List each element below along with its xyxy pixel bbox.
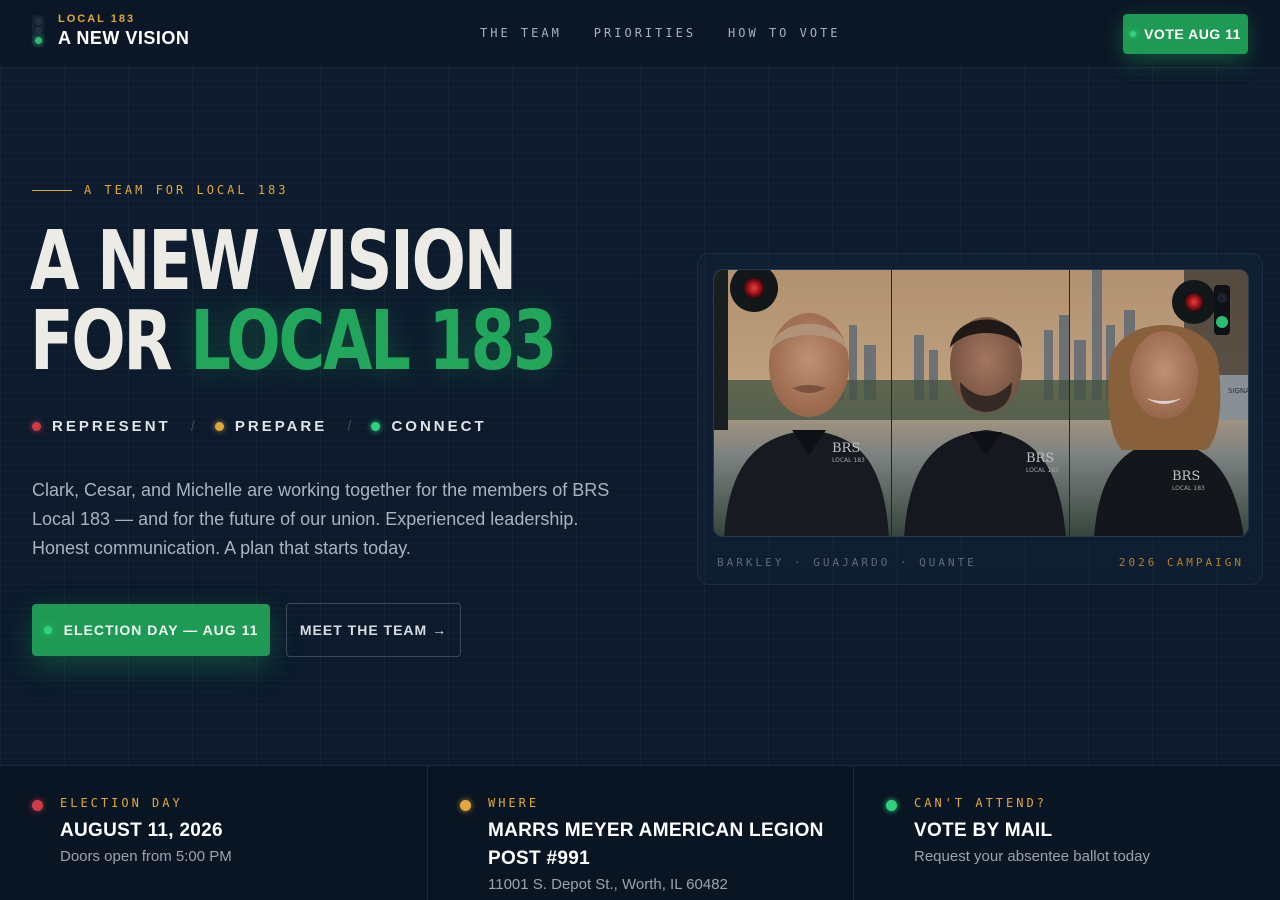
- info-election-day: ELECTION DAY AUGUST 11, 2026 Doors open …: [0, 766, 427, 900]
- info-label: ELECTION DAY: [60, 796, 183, 810]
- pillar-label: PREPARE: [234, 418, 328, 435]
- green-signal-icon: [371, 422, 381, 431]
- green-signal-icon: [43, 626, 52, 634]
- pillar-label: REPRESENT: [52, 418, 171, 435]
- info-where: WHERE MARRS MEYER AMERICAN LEGION POST #…: [427, 766, 853, 900]
- pillars-row: REPRESENT / PREPARE / CONNECT: [32, 418, 487, 435]
- red-signal-icon: [32, 422, 41, 431]
- pillar-connect: CONNECT: [371, 418, 486, 435]
- traffic-signal-icon: [32, 15, 44, 47]
- meet-the-team-label: MEET THE TEAM →: [299, 622, 448, 638]
- election-info-bar: ELECTION DAY AUGUST 11, 2026 Doors open …: [0, 765, 1280, 900]
- hero-eyebrow: A TEAM FOR LOCAL 183: [32, 183, 289, 197]
- info-subtext: 11001 S. Depot St., Worth, IL 60482: [488, 876, 728, 893]
- headline-line-1: A NEW VISION: [30, 214, 517, 309]
- pillar-represent: REPRESENT: [32, 418, 171, 435]
- hero-headline: A NEW VISION FOR LOCAL 183: [30, 214, 557, 383]
- headline-for: FOR: [30, 294, 191, 389]
- info-label: CAN'T ATTEND?: [914, 796, 1047, 810]
- info-title: MARRS MEYER AMERICAN LEGION POST #991: [488, 820, 824, 869]
- team-photo: SIGNAL SYSTEMS BRS LOCAL 183: [713, 269, 1249, 537]
- info-title[interactable]: VOTE BY MAIL: [914, 817, 1254, 845]
- team-photo-card: SIGNAL SYSTEMS BRS LOCAL 183: [697, 253, 1263, 585]
- brand-title: A NEW VISION: [58, 28, 190, 48]
- brand-local-label: LOCAL 183: [58, 13, 136, 25]
- info-subtext: Doors open from 5:00 PM: [60, 848, 232, 865]
- yellow-signal-icon: [214, 422, 224, 431]
- meet-the-team-button[interactable]: MEET THE TEAM →: [286, 603, 461, 657]
- brand-logo[interactable]: LOCAL 183 A NEW VISION: [32, 13, 189, 49]
- pillar-prepare: PREPARE: [214, 418, 328, 435]
- pillar-separator: /: [347, 418, 352, 435]
- nav-link-how-to-vote[interactable]: HOW TO VOTE: [728, 26, 840, 40]
- vote-aug-11-button[interactable]: VOTE AUG 11: [1123, 14, 1248, 54]
- info-subtext[interactable]: Request your absentee ballot today: [914, 848, 1150, 865]
- eyebrow-rule: [32, 189, 72, 191]
- pillar-separator: /: [190, 418, 195, 435]
- info-label: WHERE: [488, 796, 540, 810]
- green-signal-icon: [886, 800, 897, 811]
- info-vote-by-mail: CAN'T ATTEND? VOTE BY MAIL Request your …: [853, 766, 1280, 900]
- info-title: AUGUST 11, 2026: [60, 820, 223, 841]
- photo-caption-campaign: 2026 CAMPAIGN: [1118, 556, 1244, 569]
- election-day-label: ELECTION DAY — AUG 11: [63, 622, 259, 638]
- nav-links: THE TEAM PRIORITIES HOW TO VOTE: [480, 26, 841, 40]
- nav-link-the-team[interactable]: THE TEAM: [480, 26, 562, 40]
- team-photo-illustration: SIGNAL SYSTEMS BRS LOCAL 183: [714, 270, 1248, 536]
- photo-caption-names: BARKLEY · GUAJARDO · QUANTE: [717, 556, 977, 569]
- headline-local-183: LOCAL 183: [190, 294, 557, 389]
- eyebrow-text: A TEAM FOR LOCAL 183: [84, 183, 289, 197]
- green-signal-icon: [1130, 31, 1137, 37]
- top-nav: LOCAL 183 A NEW VISION THE TEAM PRIORITI…: [0, 0, 1280, 68]
- hero-lede: Clark, Cesar, and Michelle are working t…: [32, 480, 610, 558]
- vote-button-label: VOTE AUG 11: [1144, 26, 1241, 42]
- nav-link-priorities[interactable]: PRIORITIES: [594, 26, 696, 40]
- headline-line-2: FOR LOCAL 183: [30, 301, 557, 383]
- yellow-signal-icon: [460, 800, 471, 811]
- election-day-button[interactable]: ELECTION DAY — AUG 11: [32, 604, 270, 656]
- red-signal-icon: [32, 800, 43, 811]
- pillar-label: CONNECT: [391, 418, 487, 435]
